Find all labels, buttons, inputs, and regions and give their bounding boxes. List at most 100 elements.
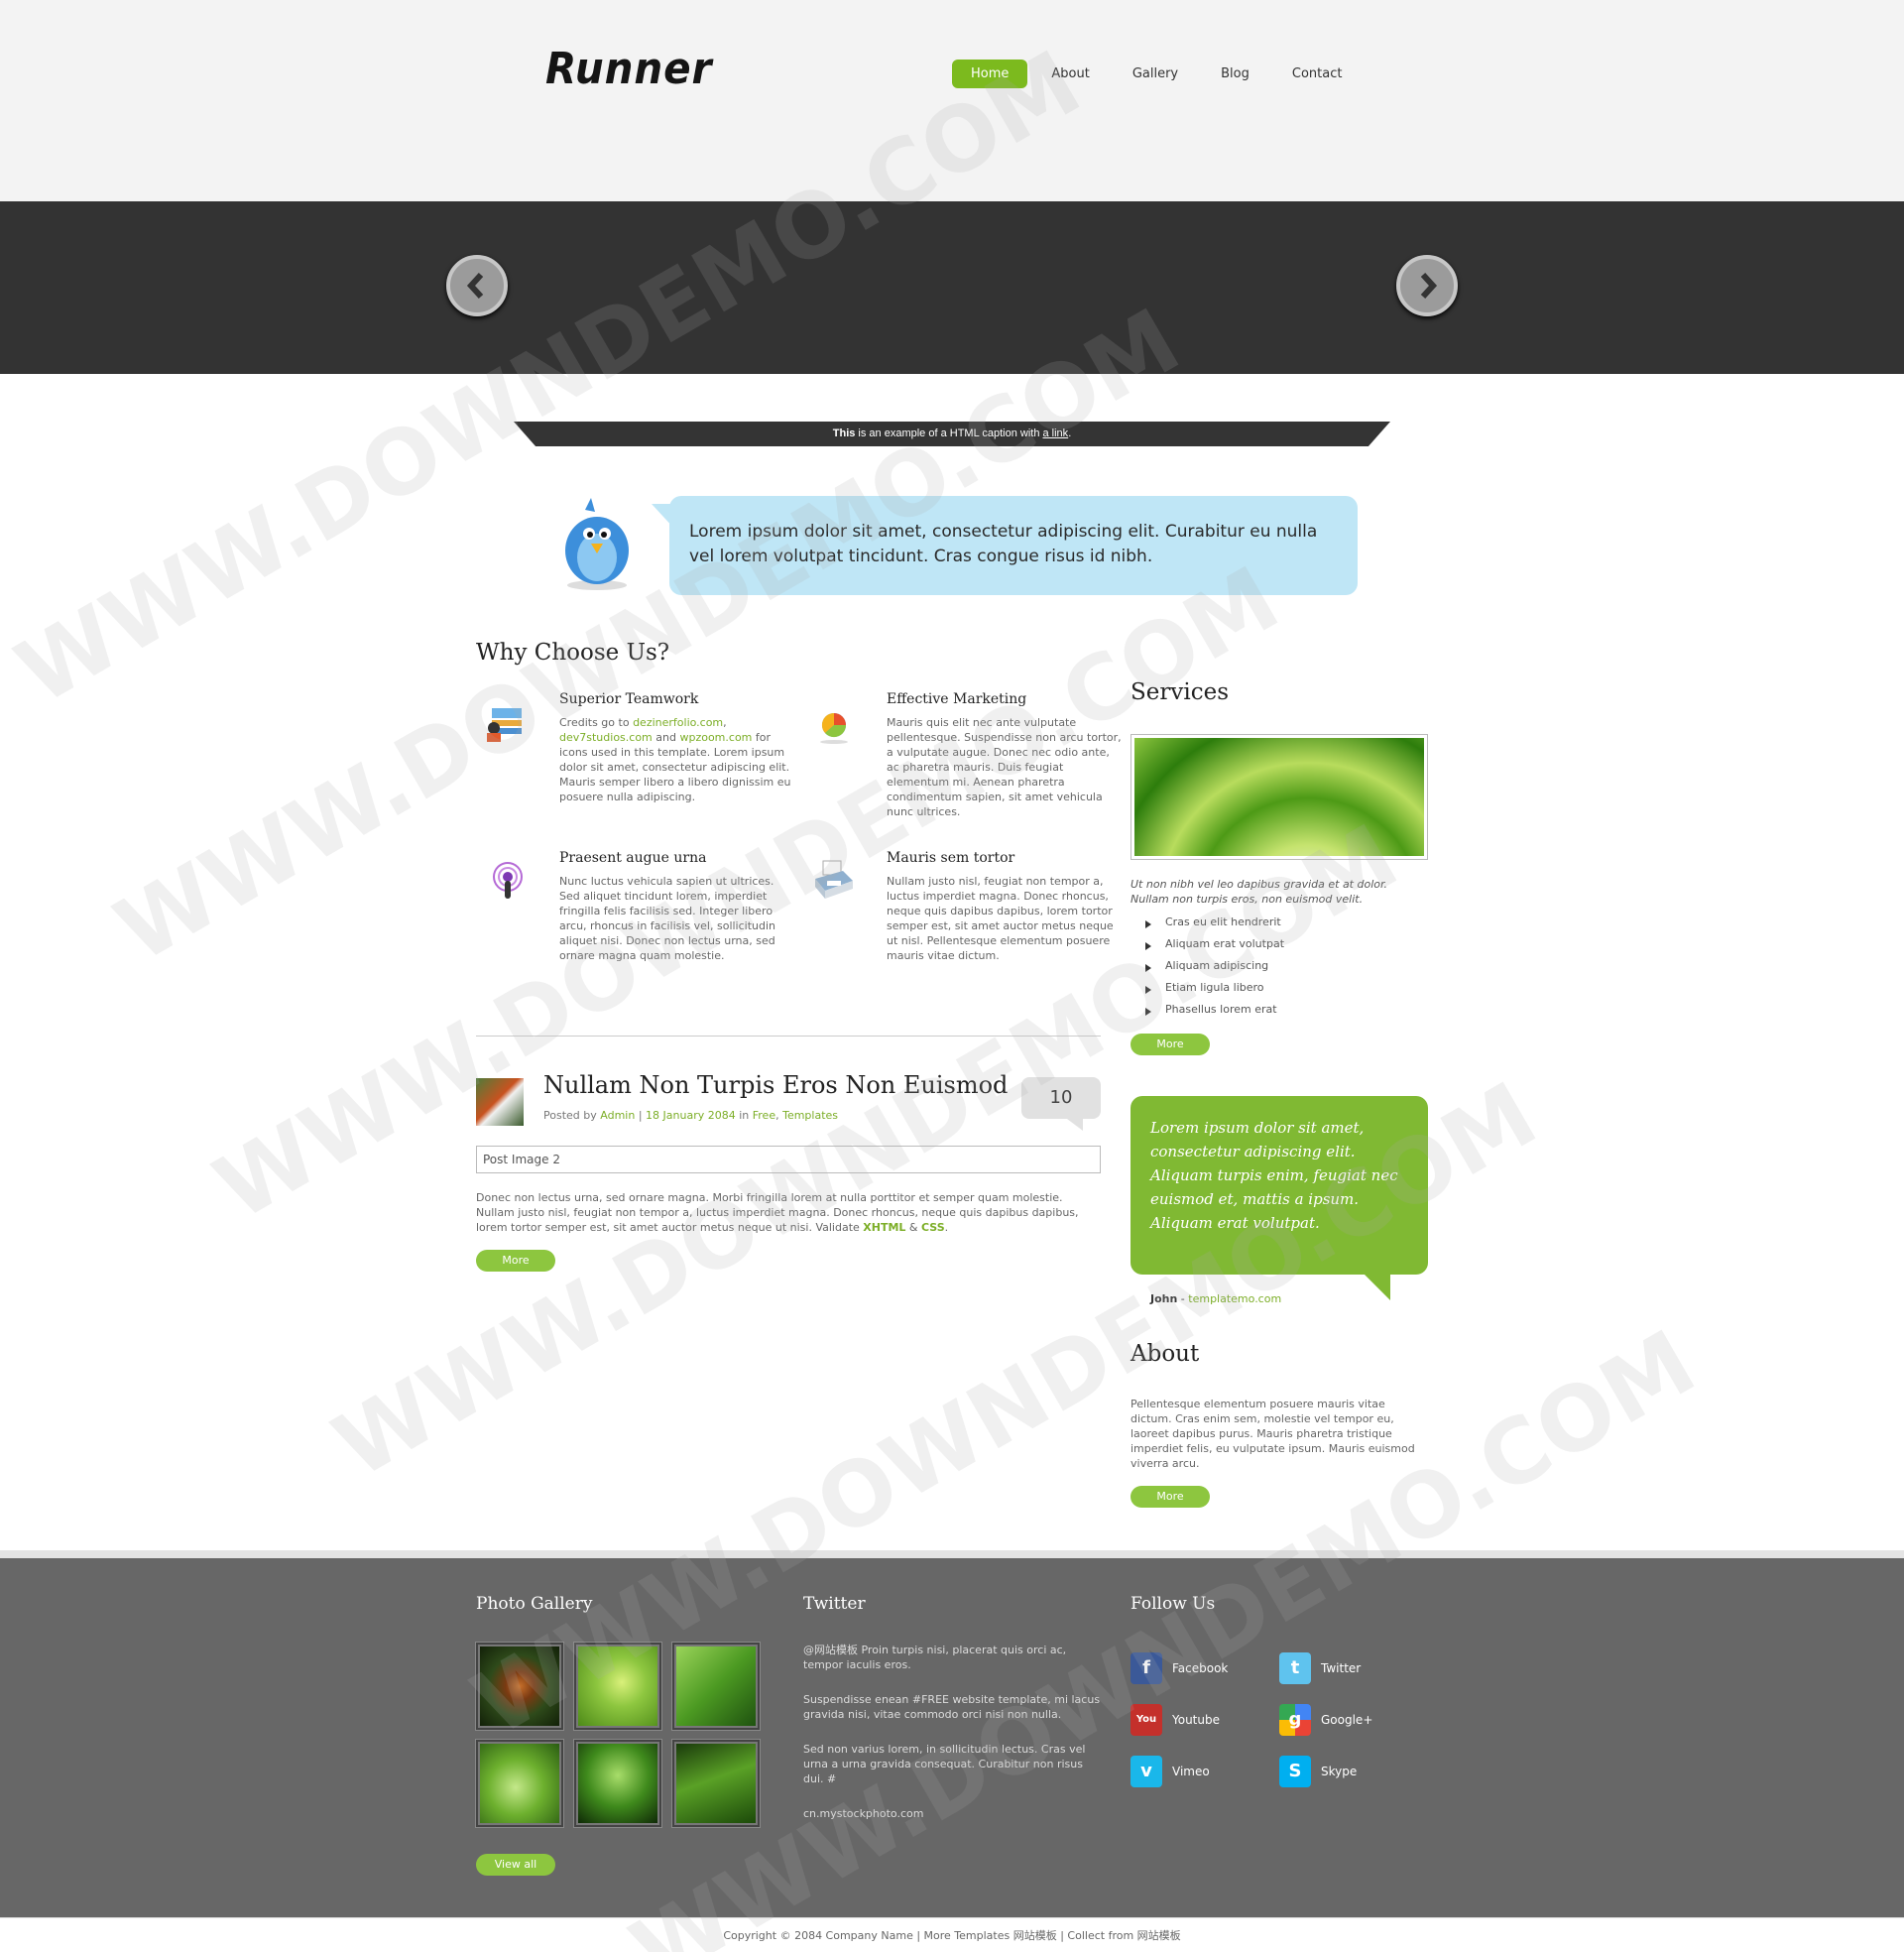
tweet: Sed non varius lorem, in sollicitudin le… [803, 1743, 1086, 1785]
post-author-link[interactable]: Admin [600, 1109, 635, 1122]
testimonial-bubble: Lorem ipsum dolor sit amet, consectetur … [1130, 1096, 1428, 1300]
feature-text: Nunc luctus vehicula sapien ut ultrices.… [559, 875, 776, 962]
comment-count[interactable]: 10 [1021, 1077, 1101, 1131]
feature-mauris: Mauris sem tortor Nullam justo nisl, feu… [887, 850, 1125, 963]
footer [0, 1550, 1904, 1917]
why-title: Why Choose Us? [476, 640, 670, 666]
feature-title: Mauris sem tortor [887, 850, 1015, 866]
post-category-templates[interactable]: Templates [782, 1109, 838, 1122]
social-vimeo[interactable]: v Vimeo [1130, 1756, 1210, 1787]
nav-home[interactable]: Home [952, 60, 1028, 88]
gallery-title: Photo Gallery [476, 1594, 593, 1614]
nav-contact[interactable]: Contact [1273, 60, 1362, 88]
twitter-icon: t [1279, 1652, 1311, 1684]
caption-link[interactable]: a link [1043, 427, 1069, 439]
social-youtube[interactable]: You Youtube [1130, 1704, 1220, 1736]
xhtml-link[interactable]: XHTML [863, 1221, 905, 1234]
nav-about[interactable]: About [1032, 60, 1108, 88]
teamwork-icon [487, 708, 522, 742]
services-title: Services [1130, 679, 1230, 705]
podcast-icon [493, 862, 523, 899]
broken-image-alt: Post Image 2 [483, 1153, 560, 1166]
feature-teamwork: Superior Teamwork Credits go to dezinerf… [559, 691, 797, 804]
feature-text: Nullam justo nisl, feugiat non tempor a,… [887, 875, 1114, 962]
feature-marketing: Effective Marketing Mauris quis elit nec… [887, 691, 1125, 819]
intro-text: Lorem ipsum dolor sit amet, consectetur … [689, 522, 1318, 566]
nav-gallery[interactable]: Gallery [1114, 60, 1197, 88]
caption-bold: This [832, 427, 856, 439]
feature-text: Credits go to dezinerfolio.com, dev7stud… [559, 716, 791, 803]
vimeo-icon: v [1130, 1756, 1162, 1787]
testimonial-author: John - templatemo.com [1150, 1292, 1282, 1305]
services-list: Cras eu elit hendrerit Aliquam erat volu… [1145, 915, 1284, 1024]
nav-blog[interactable]: Blog [1202, 60, 1268, 88]
tweet: Suspendisse enean #FREE website template… [803, 1693, 1101, 1721]
feature-title: Praesent augue urna [559, 850, 707, 866]
tweet: @网站模板 Proin turpis nisi, placerat quis o… [803, 1644, 1067, 1671]
about-title: About [1130, 1341, 1200, 1367]
about-text: Pellentesque elementum posuere mauris vi… [1130, 1398, 1415, 1470]
gallery-thumb[interactable] [672, 1740, 760, 1827]
image-slider [0, 201, 1904, 374]
list-item[interactable]: Phasellus lorem erat [1145, 1002, 1284, 1024]
post-excerpt: Donec non lectus urna, sed ornare magna.… [476, 1191, 1079, 1234]
services-description: Ut non nibh vel leo dapibus gravida et a… [1130, 878, 1387, 906]
services-image [1130, 734, 1428, 860]
tweet-source-link[interactable]: cn.mystockphoto.com [803, 1806, 1101, 1821]
post-thumbnail[interactable] [476, 1078, 524, 1126]
testimonial-text: Lorem ipsum dolor sit amet, consectetur … [1150, 1119, 1398, 1232]
gallery-thumb[interactable] [574, 1643, 661, 1730]
twitter-title: Twitter [803, 1594, 866, 1614]
feature-text: Mauris quis elit nec ante vulputate pell… [887, 716, 1122, 818]
slider-next-button[interactable] [1396, 255, 1458, 316]
caption-text: is an example of a HTML caption with [855, 427, 1043, 439]
services-more-button[interactable]: More [1130, 1034, 1210, 1055]
caption-end: . [1068, 427, 1072, 439]
pie-chart-icon [820, 712, 848, 744]
gallery-thumb[interactable] [672, 1643, 760, 1730]
social-googleplus[interactable]: g Google+ [1279, 1704, 1372, 1736]
copyright: Copyright © 2084 Company Name | More Tem… [0, 1917, 1904, 1952]
about-more-button[interactable]: More [1130, 1486, 1210, 1508]
testimonial-site-link[interactable]: templatemo.com [1188, 1292, 1281, 1305]
social-facebook[interactable]: f Facebook [1130, 1652, 1228, 1684]
list-item[interactable]: Aliquam adipiscing [1145, 958, 1284, 980]
header: Runner Home About Gallery Blog Contact [0, 0, 1904, 201]
post-meta: Posted by Admin | 18 January 2084 in Fre… [543, 1109, 839, 1122]
post-image-broken: Post Image 2 [476, 1146, 1101, 1173]
social-skype[interactable]: S Skype [1279, 1756, 1357, 1787]
slider-caption: This is an example of a HTML caption wit… [514, 422, 1390, 446]
credit-link-dev7studios[interactable]: dev7studios.com [559, 731, 653, 744]
printer-icon [815, 860, 853, 899]
credit-link-wpzoom[interactable]: wpzoom.com [679, 731, 752, 744]
gallery-thumb[interactable] [574, 1740, 661, 1827]
feature-title: Superior Teamwork [559, 691, 699, 707]
youtube-icon: You [1130, 1704, 1162, 1736]
list-item[interactable]: Cras eu elit hendrerit [1145, 915, 1284, 936]
follow-title: Follow Us [1130, 1594, 1216, 1614]
css-link[interactable]: CSS [921, 1221, 945, 1234]
social-twitter[interactable]: t Twitter [1279, 1652, 1361, 1684]
twitter-bird-icon [565, 498, 629, 590]
list-item[interactable]: Aliquam erat volutpat [1145, 936, 1284, 958]
gallery-thumb[interactable] [476, 1643, 563, 1730]
site-logo[interactable]: Runner [545, 44, 712, 94]
post-category-free[interactable]: Free [753, 1109, 775, 1122]
feature-praesent: Praesent augue urna Nunc luctus vehicula… [559, 850, 797, 963]
post-date-link[interactable]: 18 January 2084 [646, 1109, 736, 1122]
chevron-left-icon [466, 272, 484, 300]
list-item[interactable]: Etiam ligula libero [1145, 980, 1284, 1002]
main-nav: Home About Gallery Blog Contact [952, 60, 1366, 88]
intro-bubble: Lorem ipsum dolor sit amet, consectetur … [652, 496, 1358, 595]
post-more-button[interactable]: More [476, 1250, 555, 1272]
gallery-view-all-button[interactable]: View all [476, 1854, 555, 1876]
credit-link-dezinerfolio[interactable]: dezinerfolio.com [633, 716, 723, 729]
gallery-thumb[interactable] [476, 1740, 563, 1827]
section-divider [476, 1036, 1101, 1037]
slider-prev-button[interactable] [446, 255, 508, 316]
facebook-icon: f [1130, 1652, 1162, 1684]
post-title[interactable]: Nullam Non Turpis Eros Non Euismod [543, 1071, 1008, 1099]
skype-icon: S [1279, 1756, 1311, 1787]
chevron-right-icon [1420, 272, 1438, 300]
google-plus-icon: g [1279, 1704, 1311, 1736]
